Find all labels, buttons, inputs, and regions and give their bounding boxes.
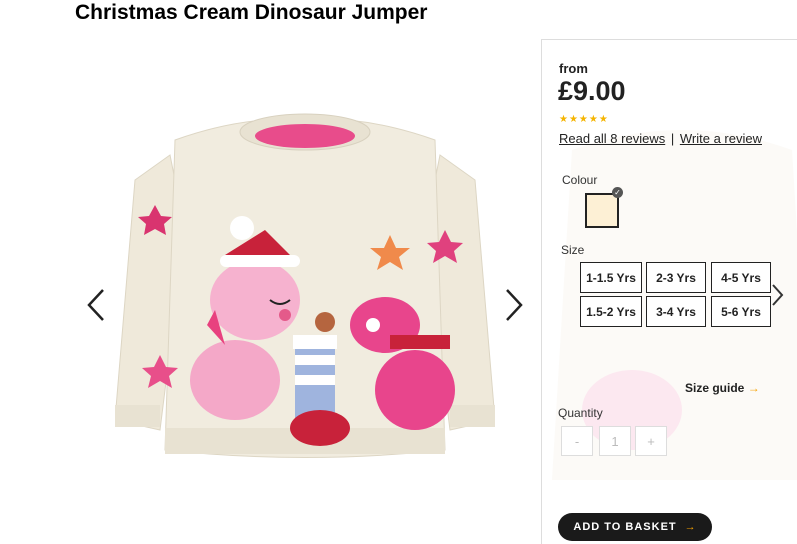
star-rating: ★★★★★ [559, 114, 609, 125]
product-gallery [75, 35, 535, 543]
chevron-right-icon [506, 289, 523, 321]
size-option[interactable]: 2-3 Yrs [646, 262, 706, 293]
quantity-input[interactable]: 1 [599, 426, 631, 456]
add-to-basket-button[interactable]: ADD TO BASKET → [558, 513, 712, 541]
size-next-chevron-icon[interactable] [769, 282, 785, 308]
add-to-basket-label: ADD TO BASKET [573, 521, 677, 533]
quantity-decrease-button[interactable]: - [561, 426, 593, 456]
arrow-right-icon: → [684, 521, 697, 533]
size-guide-label: Size guide [685, 381, 745, 395]
size-label: Size [561, 243, 585, 257]
write-review-link[interactable]: Write a review [680, 131, 762, 146]
size-option[interactable]: 4-5 Yrs [711, 262, 771, 293]
gallery-next-button[interactable] [499, 287, 527, 323]
quantity-label: Quantity [558, 406, 603, 420]
read-reviews-link[interactable]: Read all 8 reviews [559, 131, 665, 146]
price-from-label: from [559, 61, 588, 76]
links-separator: | [670, 131, 675, 146]
product-image[interactable] [115, 110, 495, 470]
colour-label: Colour [562, 173, 598, 187]
selected-check-icon: ✓ [612, 187, 623, 198]
product-price: £9.00 [558, 76, 626, 106]
quantity-increase-button[interactable]: + [635, 426, 667, 456]
purchase-panel: from £9.00 ★★★★★ Read all 8 reviews | Wr… [541, 39, 797, 544]
reviews-links: Read all 8 reviews | Write a review [559, 131, 762, 146]
size-option[interactable]: 1-1.5 Yrs [580, 262, 642, 293]
chevron-left-icon [87, 289, 104, 321]
product-title: Christmas Cream Dinosaur Jumper [75, 1, 428, 24]
size-option[interactable]: 1.5-2 Yrs [580, 296, 642, 327]
size-guide-link[interactable]: Size guide → [685, 381, 760, 395]
colour-swatch-cream[interactable] [585, 193, 619, 228]
gallery-prev-button[interactable] [83, 287, 111, 323]
arrow-right-icon: → [747, 381, 760, 395]
size-option[interactable]: 5-6 Yrs [711, 296, 771, 327]
size-option[interactable]: 3-4 Yrs [646, 296, 706, 327]
